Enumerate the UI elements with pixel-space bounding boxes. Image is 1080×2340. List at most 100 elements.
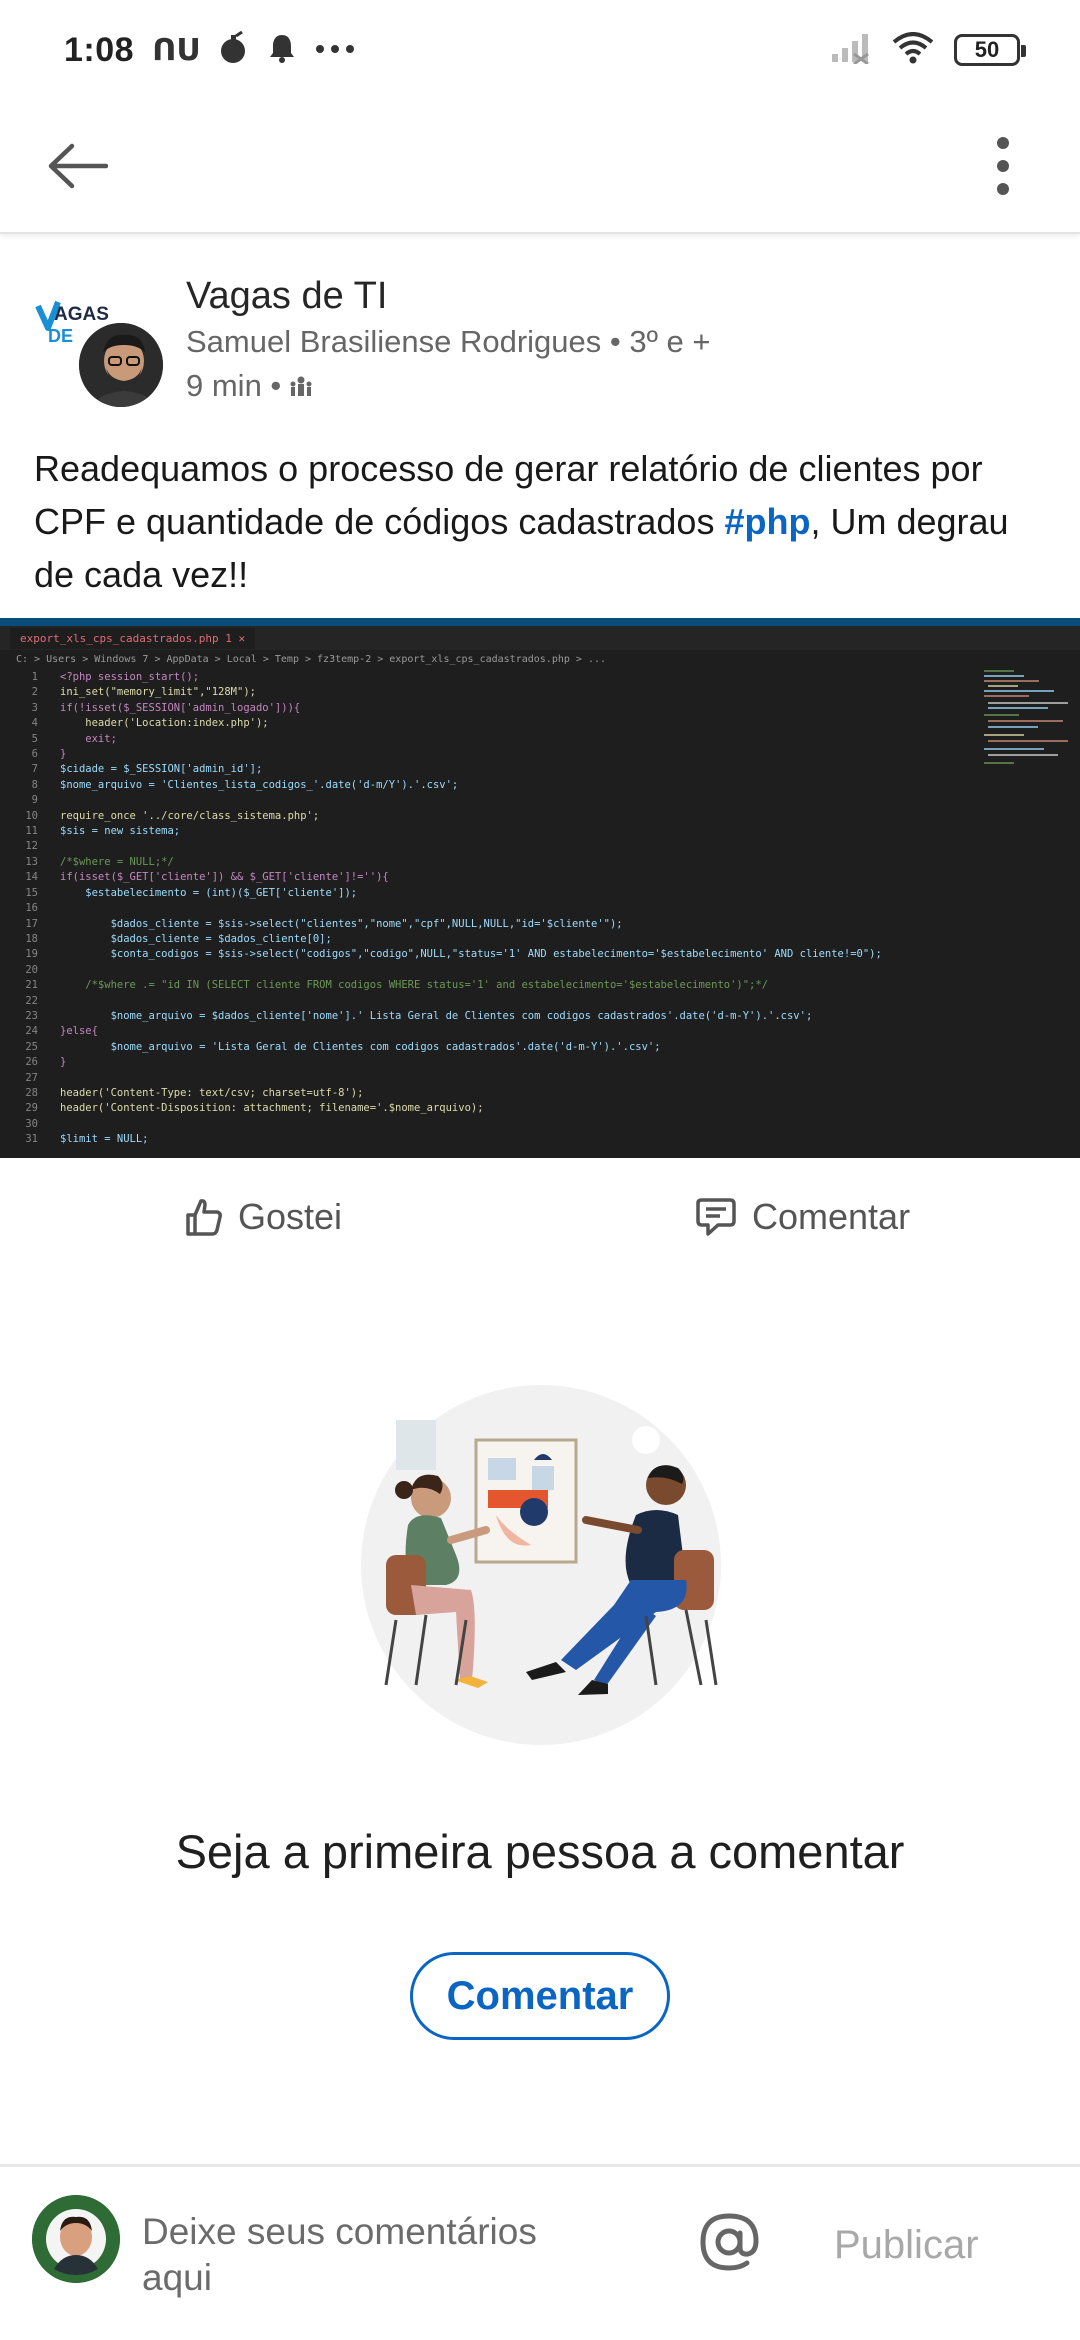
post-text: Readequamos o processo de gerar relatóri… xyxy=(34,442,1044,601)
line-number: 6 xyxy=(31,748,38,761)
author-line[interactable]: Samuel Brasiliense Rodrigues • 3º e + xyxy=(186,320,710,364)
overflow-menu-button[interactable] xyxy=(968,131,1038,201)
code-line: 13 /*$where = NULL;*/ xyxy=(8,855,1080,870)
code-text: ini_set("memory_limit","128M"); xyxy=(60,686,256,699)
code-text: } xyxy=(60,1056,67,1069)
code-text: } xyxy=(60,748,67,761)
line-number: 7 xyxy=(31,763,38,776)
comment-button[interactable]: Comentar xyxy=(694,1196,910,1238)
battery-icon: 50 xyxy=(954,34,1026,66)
like-button[interactable]: Gostei xyxy=(184,1196,342,1238)
code-line: 10 require_once '../core/class_sistema.ph… xyxy=(8,809,1080,824)
line-number: 1 xyxy=(31,671,38,683)
code-line: 4 header('Location:index.php'); xyxy=(8,716,1080,731)
comment-composer: Deixe seus comentários aqui Publicar xyxy=(0,2164,1080,2340)
publish-button[interactable]: Publicar xyxy=(834,2223,979,2268)
code-text: exit; xyxy=(60,732,117,745)
code-text: /*$where .= "id IN (SELECT cliente FROM … xyxy=(60,979,769,992)
code-line: 23 $nome_arquivo = $dados_cliente['nome'… xyxy=(8,1009,1080,1024)
author-avatar[interactable] xyxy=(76,320,166,410)
code-text: header('Content-Disposition: attachment;… xyxy=(60,1102,484,1115)
code-line: 18 $dados_cliente = $dados_cliente[0]; xyxy=(8,932,1080,947)
line-number: 27 xyxy=(25,1071,38,1084)
code-text: if(!isset($_SESSION['admin_logado'])){ xyxy=(60,701,301,714)
code-text: $nome_arquivo = 'Lista Geral de Clientes… xyxy=(60,1040,661,1053)
line-number: 25 xyxy=(25,1040,38,1053)
code-text: }else{ xyxy=(60,1025,98,1038)
post-time: 9 min • xyxy=(186,364,710,408)
code-line: 20 xyxy=(8,963,1080,978)
code-line: 8 $nome_arquivo = 'Clientes_lista_codigos… xyxy=(8,778,1080,793)
code-breadcrumb: C: > Users > Windows 7 > AppData > Local… xyxy=(16,654,607,665)
code-text: <?php session_start(); xyxy=(60,671,200,683)
code-text: $dados_cliente = $sis->select("clientes"… xyxy=(60,917,623,930)
line-number: 26 xyxy=(25,1056,38,1069)
line-number: 18 xyxy=(25,932,38,945)
code-window-titlebar xyxy=(0,618,1080,626)
back-button[interactable] xyxy=(42,131,112,201)
line-number: 22 xyxy=(25,994,38,1007)
carrier-label: ᑎᑌ xyxy=(152,33,201,67)
wifi-icon xyxy=(892,31,934,69)
line-number: 9 xyxy=(31,794,38,807)
code-text: $limit = NULL; xyxy=(60,1133,149,1146)
line-number: 5 xyxy=(31,732,38,745)
code-text: $nome_arquivo = $dados_cliente['nome'].'… xyxy=(60,1009,813,1022)
code-tab: export_xls_cps_cadastrados.php 1 ✕ xyxy=(10,627,256,649)
code-line: 28 header('Content-Type: text/csv; charse… xyxy=(8,1086,1080,1101)
line-number: 14 xyxy=(25,871,38,884)
code-text: require_once '../core/class_sistema.php'… xyxy=(60,809,320,822)
code-line: 27 xyxy=(8,1071,1080,1086)
line-number: 16 xyxy=(25,902,38,915)
comment-input[interactable]: Deixe seus comentários aqui xyxy=(142,2209,542,2301)
group-name[interactable]: Vagas de TI xyxy=(186,272,710,320)
code-line: 24}else{ xyxy=(8,1024,1080,1039)
comment-icon xyxy=(696,1198,736,1236)
time-label: 9 min • xyxy=(186,368,282,403)
code-line: 11 $sis = new sistema; xyxy=(8,824,1080,839)
post-meta: Vagas de TI Samuel Brasiliense Rodrigues… xyxy=(186,270,710,408)
post-actions: Gostei Comentar xyxy=(0,1160,1080,1280)
code-line: 7 $cidade = $_SESSION['admin_id']; xyxy=(8,762,1080,777)
line-number: 3 xyxy=(31,701,38,714)
status-time: 1:08 xyxy=(64,30,135,69)
code-line: 21 /*$where .= "id IN (SELECT cliente FR… xyxy=(8,978,1080,993)
code-line: 19 $conta_codigos = $sis->select("codigo… xyxy=(8,947,1080,962)
line-number: 28 xyxy=(25,1086,38,1099)
mention-button[interactable] xyxy=(698,2211,760,2273)
more-vertical-icon xyxy=(997,137,1009,195)
line-number: 15 xyxy=(25,886,38,899)
bell-icon xyxy=(267,32,297,69)
code-text: $sis = new sistema; xyxy=(60,825,181,838)
code-line: 26} xyxy=(8,1055,1080,1070)
arrow-left-icon xyxy=(48,143,108,189)
code-line: 15 $estabelecimento = (int)($_GET['clien… xyxy=(8,886,1080,901)
comment-label: Comentar xyxy=(752,1196,911,1237)
line-number: 12 xyxy=(25,840,38,853)
line-number: 10 xyxy=(25,809,38,822)
code-text: $conta_codigos = $sis->select("codigos",… xyxy=(60,948,882,961)
hashtag-link[interactable]: #php xyxy=(724,501,810,542)
group-icon xyxy=(290,376,312,396)
code-text: $cidade = $_SESSION['admin_id']; xyxy=(60,763,263,776)
line-number: 17 xyxy=(25,917,38,930)
first-comment-button[interactable]: Comentar xyxy=(410,1952,670,2040)
code-text: header('Content-Type: text/csv; charset=… xyxy=(60,1086,364,1099)
code-line: 16 xyxy=(8,901,1080,916)
at-sign-icon xyxy=(700,2213,759,2271)
svg-text:AGAS: AGAS xyxy=(54,304,109,325)
app-header xyxy=(0,100,1080,234)
code-line: 6} xyxy=(8,747,1080,762)
svg-text:DE: DE xyxy=(48,326,73,346)
code-line: 1 <?php session_start(); xyxy=(8,670,1080,685)
post-image[interactable]: export_xls_cps_cadastrados.php 1 ✕ C: > … xyxy=(0,618,1080,1158)
code-tab-bar: export_xls_cps_cadastrados.php 1 ✕ xyxy=(0,626,1080,650)
user-avatar[interactable] xyxy=(32,2195,120,2283)
line-number: 21 xyxy=(25,979,38,992)
status-bar: 1:08 ᑎᑌ 50 xyxy=(0,0,1080,100)
status-left: 1:08 ᑎᑌ xyxy=(64,30,355,70)
line-number: 11 xyxy=(25,825,38,838)
code-line: 22 xyxy=(8,994,1080,1009)
post-header: AGAS DE Vagas de TI Samuel Brasiliense R… xyxy=(34,270,1044,420)
code-text: header('Location:index.php'); xyxy=(60,717,269,730)
